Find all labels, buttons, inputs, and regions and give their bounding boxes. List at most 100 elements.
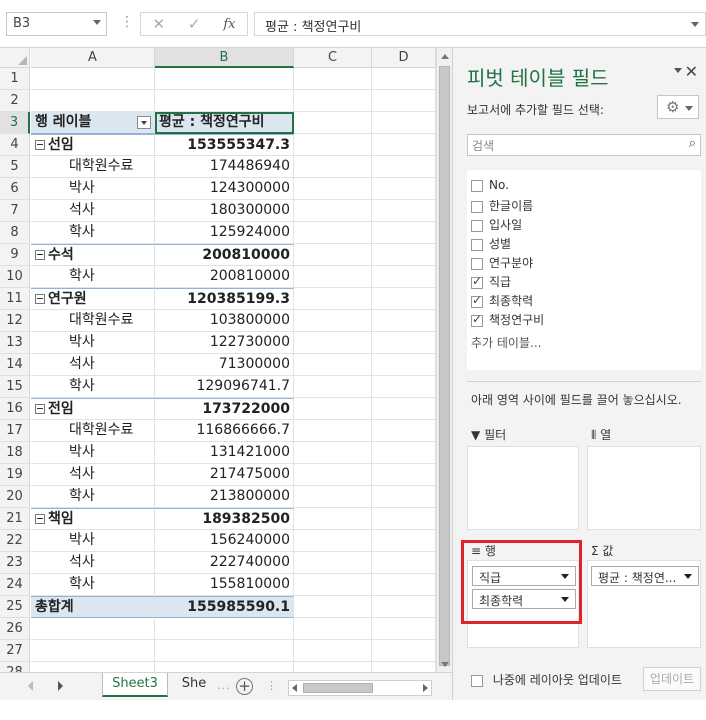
cell-b[interactable]: 116866666.7 [155,420,294,442]
field-checkbox[interactable] [471,293,483,308]
cell-a[interactable]: 학사 [31,486,155,508]
sheet-tab-sheet3[interactable]: Sheet3 [102,673,168,697]
cell-c[interactable] [294,288,372,310]
defer-layout-update[interactable]: 나중에 레이아웃 업데이트 [471,671,622,688]
cell-b[interactable]: 200810000 [155,266,294,288]
cell-d[interactable] [372,640,436,662]
row-header[interactable]: 23 [0,552,30,574]
cell-d[interactable] [372,90,436,112]
more-tables-link[interactable]: 추가 테이블... [471,334,541,351]
cell-b[interactable]: 71300000 [155,354,294,376]
field-checkbox[interactable] [471,257,483,270]
cell-a[interactable]: 대학원수료 [31,310,155,332]
cell-c[interactable] [294,508,372,530]
cell-d[interactable] [372,618,436,640]
pane-options-icon[interactable] [674,68,682,73]
cell-d[interactable] [372,200,436,222]
cell-b[interactable]: 평균 : 책정연구비 [155,112,294,134]
row-header[interactable]: 19 [0,464,30,486]
more-sheets-icon[interactable]: ... [217,679,231,692]
cell-b[interactable]: 153555347.3 [155,134,294,156]
cell-d[interactable] [372,266,436,288]
cell-b[interactable]: 189382500 [155,508,294,530]
cell-a[interactable] [31,640,155,662]
horizontal-scrollbar[interactable] [288,680,432,696]
cell-a[interactable]: 총합계 [31,596,155,618]
cell-c[interactable] [294,156,372,178]
field-item[interactable]: 책정연구비 [471,311,544,330]
cell-c[interactable] [294,222,372,244]
expand-formula-icon[interactable] [691,22,699,27]
cell-c[interactable] [294,552,372,574]
next-sheet-icon[interactable] [58,681,63,691]
cell-b[interactable]: 131421000 [155,442,294,464]
cell-b[interactable]: 124300000 [155,178,294,200]
cell-a[interactable]: 행 레이블 [31,112,155,134]
row-header[interactable]: 24 [0,574,30,596]
field-item[interactable]: 최종학력 [471,292,533,311]
add-sheet-button[interactable]: + [236,678,253,695]
field-item[interactable]: No. [471,178,509,197]
cell-c[interactable] [294,90,372,112]
row-header[interactable]: 28 [0,662,30,672]
chevron-down-icon[interactable] [684,574,692,579]
cell-b[interactable] [155,90,294,112]
row-header[interactable]: 18 [0,442,30,464]
cell-b[interactable]: 222740000 [155,552,294,574]
cell-b[interactable]: 180300000 [155,200,294,222]
column-header-b[interactable]: B [155,48,294,68]
collapse-icon[interactable] [35,250,45,260]
horizontal-scroll-thumb[interactable] [303,683,373,693]
collapse-icon[interactable] [35,294,45,304]
field-item[interactable]: 입사일 [471,216,522,235]
cell-c[interactable] [294,662,372,672]
cell-b[interactable] [155,68,294,90]
row-header[interactable]: 13 [0,332,30,354]
scroll-right-icon[interactable] [423,684,428,692]
cell-b[interactable]: 200810000 [155,244,294,266]
cell-d[interactable] [372,420,436,442]
cell-b[interactable] [155,662,294,672]
cell-c[interactable] [294,266,372,288]
column-header-c[interactable]: C [294,48,372,68]
row-header[interactable]: 1 [0,68,30,90]
row-header[interactable]: 27 [0,640,30,662]
cell-d[interactable] [372,574,436,596]
tools-button[interactable]: ⚙ [657,95,699,119]
field-item[interactable]: 직급 [471,273,511,292]
cell-c[interactable] [294,464,372,486]
row-header[interactable]: 8 [0,222,30,244]
cell-c[interactable] [294,640,372,662]
cell-c[interactable] [294,354,372,376]
cell-a[interactable]: 학사 [31,222,155,244]
cancel-icon[interactable]: ✕ [152,15,165,33]
cell-d[interactable] [372,442,436,464]
field-checkbox[interactable] [471,274,483,289]
cell-b[interactable]: 103800000 [155,310,294,332]
scroll-left-icon[interactable] [292,684,297,692]
cell-a[interactable]: 석사 [31,200,155,222]
row-header[interactable]: 4 [0,134,30,156]
scroll-thumb[interactable] [439,66,450,666]
cell-a[interactable] [31,68,155,90]
cell-a[interactable]: 석사 [31,552,155,574]
cell-c[interactable] [294,618,372,640]
cell-a[interactable]: 선임 [31,134,155,156]
cell-c[interactable] [294,442,372,464]
cell-d[interactable] [372,376,436,398]
field-checkbox[interactable] [471,238,483,251]
cell-c[interactable] [294,420,372,442]
cell-b[interactable]: 173722000 [155,398,294,420]
cell-c[interactable] [294,178,372,200]
cell-a[interactable]: 수석 [31,244,155,266]
scroll-up-icon[interactable] [438,50,451,64]
field-checkbox[interactable] [471,312,483,327]
enter-icon[interactable]: ✓ [188,15,201,33]
close-icon[interactable]: ✕ [685,62,698,81]
field-checkbox[interactable] [471,200,483,213]
sheet-tab-other[interactable]: She [172,673,216,697]
column-header-a[interactable]: A [31,48,155,68]
prev-sheet-icon[interactable] [28,681,33,691]
collapse-icon[interactable] [35,140,45,150]
cell-c[interactable] [294,398,372,420]
